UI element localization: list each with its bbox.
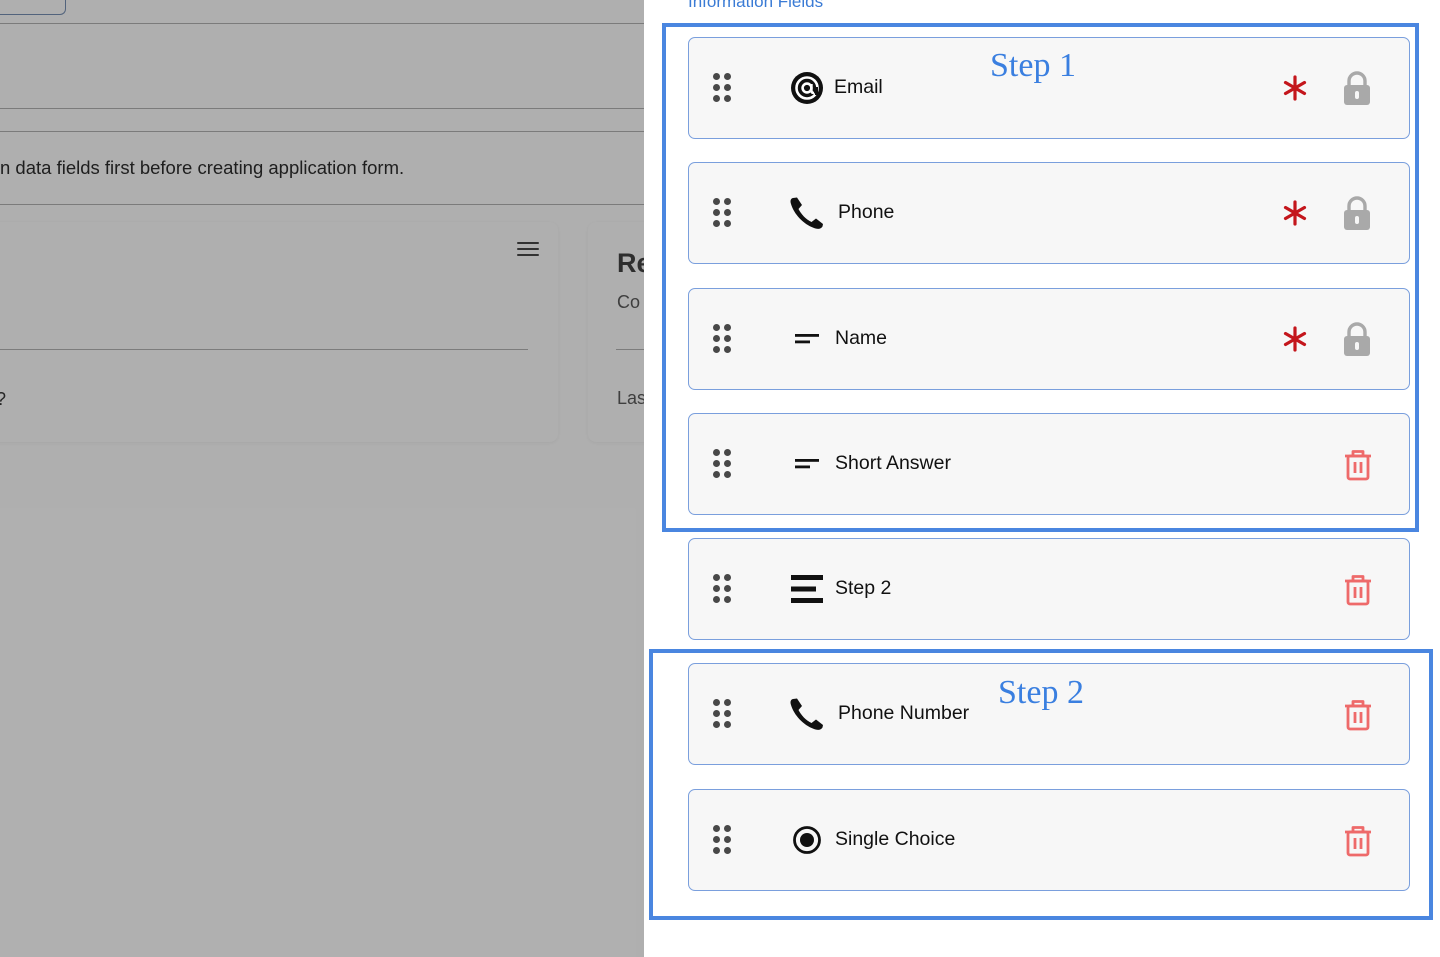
modal-backdrop[interactable]	[0, 0, 644, 957]
background-page: n data fields first before creating appl…	[0, 0, 644, 957]
drag-handle-icon[interactable]	[713, 574, 733, 604]
step-divider-icon	[789, 571, 825, 607]
field-label: Step 2	[835, 577, 892, 599]
step-1-annotation-box	[662, 23, 1419, 532]
panel-title: Information Fields	[688, 0, 824, 11]
field-row-step-2[interactable]: Step 2	[688, 538, 1410, 640]
delete-trash-icon[interactable]	[1344, 574, 1372, 606]
step-1-annotation-label: Step 1	[990, 47, 1076, 84]
step-2-annotation-label: Step 2	[998, 674, 1084, 711]
